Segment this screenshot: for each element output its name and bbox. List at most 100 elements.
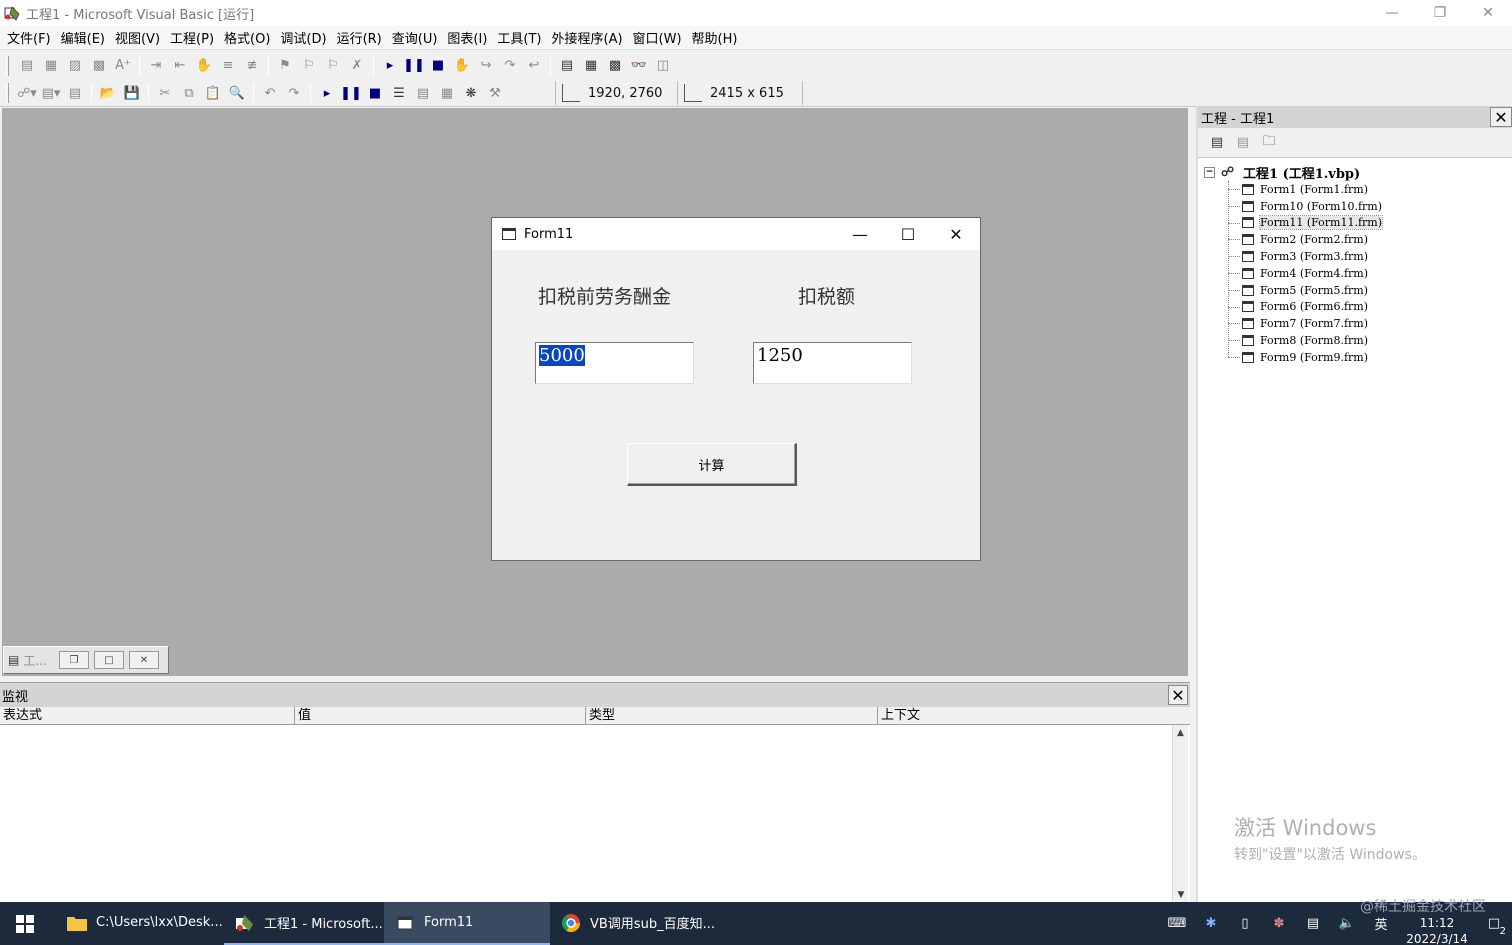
close-icon[interactable]: ✕ [1168,685,1188,705]
scroll-down-icon[interactable]: ▼ [1173,887,1189,903]
menu-addins[interactable]: 外接程序(A) [547,28,628,47]
save-project-icon[interactable]: 💾 [120,82,144,104]
paste-icon[interactable]: 📋 [201,82,225,104]
step-into-icon[interactable]: ↪ [474,55,498,77]
tree-item-form8[interactable]: Form8 (Form8.frm) [1204,332,1382,349]
column-value[interactable]: 值 [295,707,586,724]
object-browser-icon[interactable]: ❋ [459,82,483,104]
menu-run[interactable]: 运行(R) [332,28,387,47]
restore-child-button[interactable]: ❐ [59,651,89,669]
menu-editor-icon[interactable]: ▤ [63,82,87,104]
keyboard-icon[interactable]: ⌨ [1160,902,1194,945]
hand-icon[interactable]: ✋ [192,55,216,77]
uncomment-block-icon[interactable]: ≢ [240,55,264,77]
menu-project[interactable]: 工程(P) [165,28,219,47]
close-button[interactable]: ✕ [1464,0,1512,26]
list-properties-icon[interactable]: ▤ [15,55,39,77]
menu-tools[interactable]: 工具(T) [492,28,546,47]
redo-icon[interactable]: ↷ [282,82,306,104]
toolbar-grip[interactable] [6,55,9,76]
list-constants-icon[interactable]: ▦ [39,55,63,77]
usb-icon[interactable]: ▯ [1228,902,1262,945]
tree-item-form11[interactable]: Form11 (Form11.frm) [1204,215,1384,232]
minimized-child-window[interactable]: ▤ 工... ❐ □ ✕ [3,646,169,674]
indent-icon[interactable]: ⇥ [144,55,168,77]
complete-word-icon[interactable]: A⁺ [111,55,135,77]
quick-info-icon[interactable]: ▨ [63,55,87,77]
tree-item-form1[interactable]: Form1 (Form1.frm) [1204,181,1382,198]
tree-item-form6[interactable]: Form6 (Form6.frm) [1204,299,1382,316]
pre-tax-input[interactable]: 5000 [535,342,694,384]
menu-diagram[interactable]: 图表(I) [442,28,492,47]
app-tray-icon[interactable]: ✽ [1262,902,1296,945]
bluetooth-icon[interactable]: ✱ [1194,902,1228,945]
menu-view[interactable]: 视图(V) [110,28,165,47]
collapse-icon[interactable]: − [1204,167,1215,178]
tax-input[interactable]: 1250 [753,342,912,384]
calculate-button[interactable]: 计算 [627,443,797,486]
run-icon[interactable]: ▸ [378,55,402,77]
break-icon[interactable]: ❚❚ [339,82,363,104]
find-icon[interactable]: 🔍 [225,82,249,104]
pause-icon[interactable]: ❚❚ [402,55,426,77]
menu-file[interactable]: 文件(F) [2,28,56,47]
volume-icon[interactable]: 🔈 [1330,902,1364,945]
step-out-icon[interactable]: ↩ [522,55,546,77]
network-icon[interactable]: ▤ [1296,902,1330,945]
undo-icon[interactable]: ↶ [258,82,282,104]
column-expression[interactable]: 表达式 [0,707,295,724]
menu-debug[interactable]: 调试(D) [275,28,331,47]
restore-button[interactable]: ❐ [1416,0,1464,26]
add-project-icon[interactable]: ☍▾ [15,82,39,104]
menu-query[interactable]: 查询(U) [387,28,443,47]
toggle-bookmark-icon[interactable]: ⚑ [273,55,297,77]
add-form-icon[interactable]: ▤▾ [39,82,63,104]
minimize-button[interactable]: — [1368,0,1416,26]
scroll-up-icon[interactable]: ▲ [1173,725,1188,741]
start-icon[interactable]: ▸ [315,82,339,104]
clock[interactable]: 11:12 2022/3/14 [1398,915,1476,945]
toolbar-grip[interactable] [6,83,9,103]
quick-watch-icon[interactable]: 👓 [627,55,651,77]
end-icon[interactable]: ■ [363,82,387,104]
start-button[interactable] [0,902,50,945]
form-minimize-button[interactable]: — [836,218,884,250]
tree-item-form10[interactable]: Form10 (Form10.frm) [1204,198,1382,215]
view-object-icon[interactable]: ▤ [1232,133,1254,153]
tree-item-form2[interactable]: Form2 (Form2.frm) [1204,231,1382,248]
maximize-child-button[interactable]: □ [94,651,124,669]
tree-item-form9[interactable]: Form9 (Form9.frm) [1204,349,1382,366]
close-icon[interactable]: ✕ [1490,107,1512,127]
project-root-node[interactable]: − ☍ 工程1 (工程1.vbp) [1204,164,1382,182]
outdent-icon[interactable]: ⇤ [168,55,192,77]
toggle-folders-icon[interactable]: 🗀 [1258,133,1280,153]
open-project-icon[interactable]: 📂 [96,82,120,104]
tree-item-form5[interactable]: Form5 (Form5.frm) [1204,282,1382,299]
close-child-button[interactable]: ✕ [129,651,159,669]
taskbar-form11[interactable]: Form11 [384,902,550,945]
taskbar-explorer[interactable]: C:\Users\lxx\Desk... [56,902,224,945]
taskbar-chrome[interactable]: VB调用sub_百度知... [550,902,720,945]
column-context[interactable]: 上下文 [878,707,1170,724]
toolbox-icon[interactable]: ⚒ [483,82,507,104]
immediate-window-icon[interactable]: ▦ [579,55,603,77]
previous-bookmark-icon[interactable]: ⚐ [321,55,345,77]
parameter-info-icon[interactable]: ▩ [87,55,111,77]
clear-bookmarks-icon[interactable]: ✗ [345,55,369,77]
stop-icon[interactable]: ■ [426,55,450,77]
menu-help[interactable]: 帮助(H) [687,28,743,47]
call-stack-icon[interactable]: ◫ [651,55,675,77]
properties-window-icon[interactable]: ▤ [411,82,435,104]
copy-icon[interactable]: ⧉ [177,82,201,104]
form-close-button[interactable]: ✕ [932,218,980,250]
view-code-icon[interactable]: ▤ [1206,133,1228,153]
menu-window[interactable]: 窗口(W) [628,28,687,47]
taskbar-vb[interactable]: 工程1 - Microsoft... [224,902,384,945]
menu-edit[interactable]: 编辑(E) [56,28,110,47]
tree-item-form4[interactable]: Form4 (Form4.frm) [1204,265,1382,282]
watch-scrollbar[interactable]: ▲ ▼ [1172,725,1188,903]
form-maximize-button[interactable]: ☐ [884,218,932,250]
cut-icon[interactable]: ✂ [153,82,177,104]
project-explorer-icon[interactable]: ☰ [387,82,411,104]
comment-block-icon[interactable]: ≡ [216,55,240,77]
